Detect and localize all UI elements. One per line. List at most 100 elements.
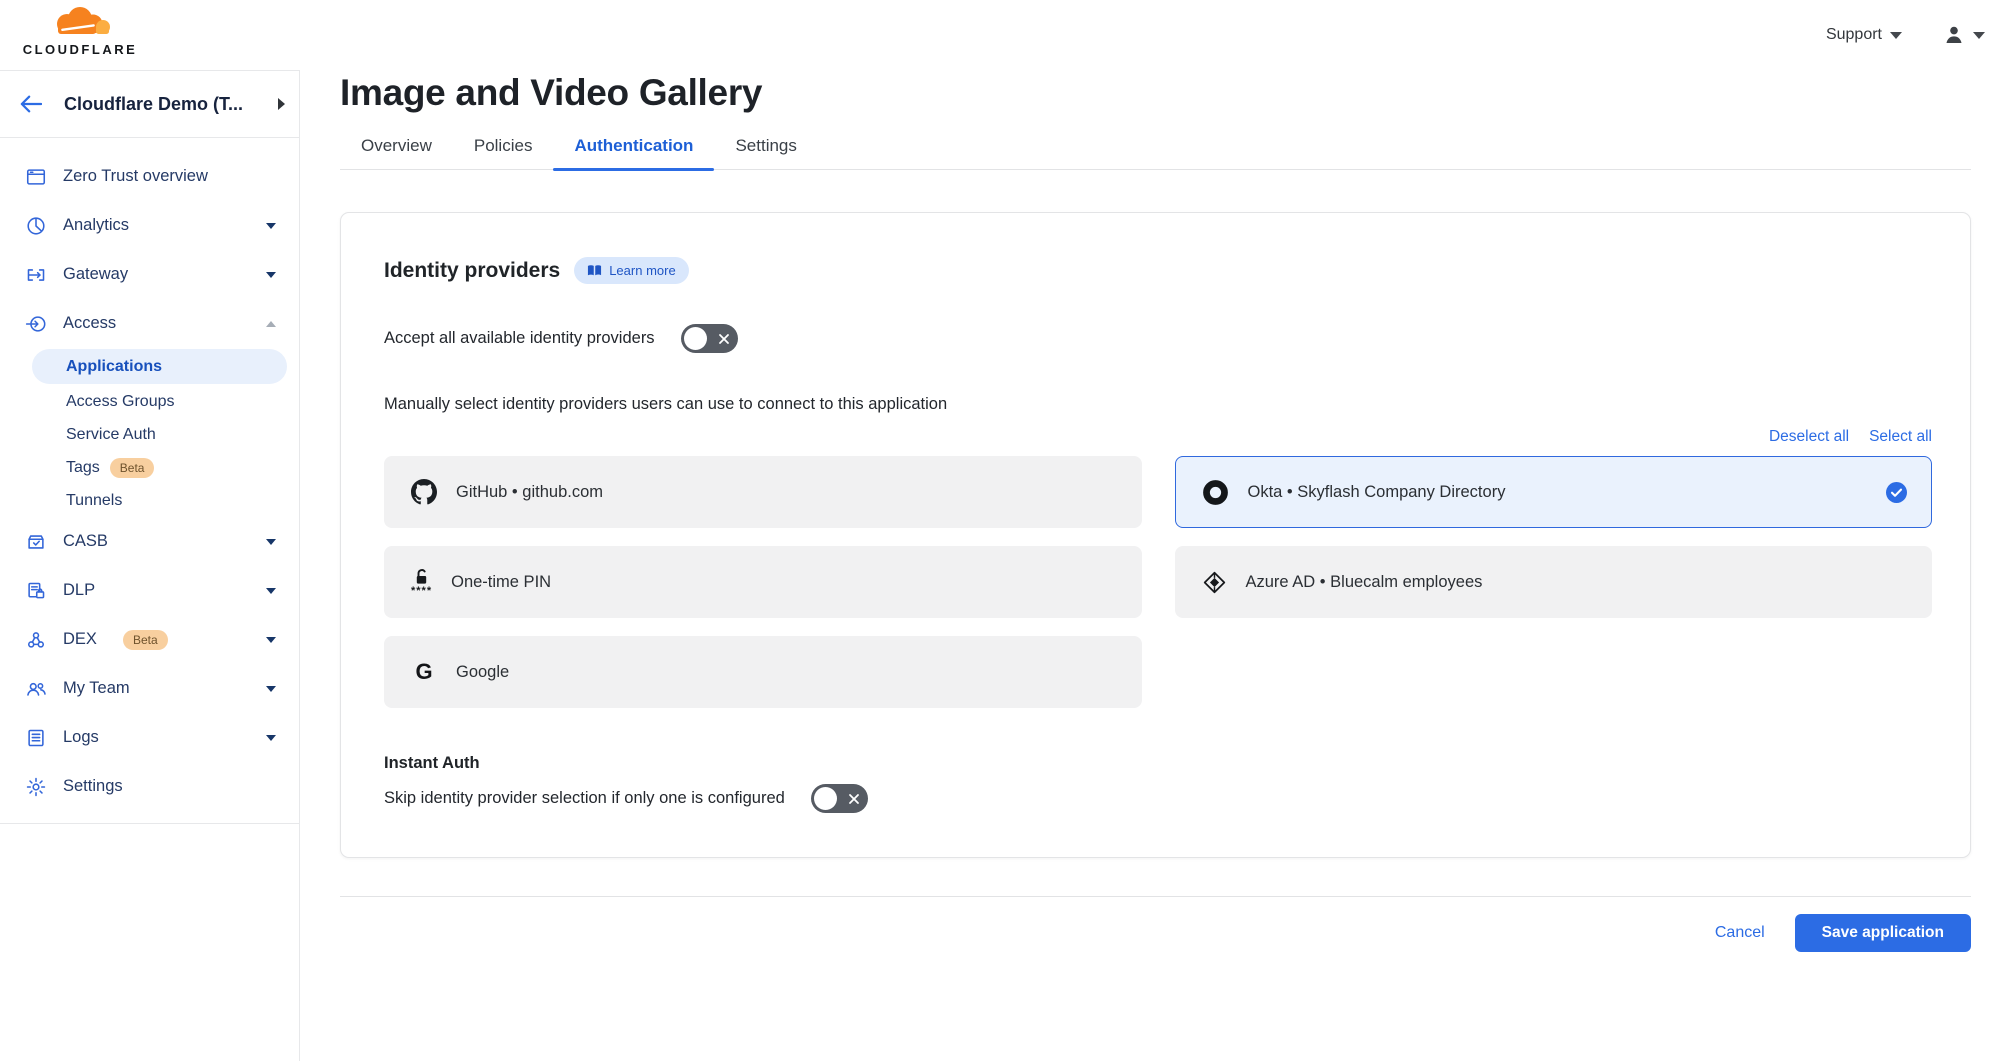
- cancel-button[interactable]: Cancel: [1715, 924, 1765, 942]
- provider-label: Okta • Skyflash Company Directory: [1248, 483, 1506, 502]
- skip-selection-label: Skip identity provider selection if only…: [384, 789, 785, 808]
- learn-more-badge[interactable]: Learn more: [574, 257, 688, 284]
- user-icon: [1942, 23, 1966, 47]
- footer-divider: [340, 896, 1971, 897]
- sidebar-item-analytics[interactable]: Analytics: [0, 201, 299, 250]
- chevron-right-icon[interactable]: [278, 98, 285, 110]
- chevron-down-icon[interactable]: [266, 686, 276, 692]
- team-icon: [25, 678, 47, 700]
- learn-more-label: Learn more: [609, 263, 675, 278]
- sidebar-item-service-auth[interactable]: Service Auth: [0, 418, 299, 451]
- toggle-knob: [814, 787, 837, 810]
- analytics-icon: [25, 215, 47, 237]
- sidebar-item-my-team[interactable]: My Team: [0, 664, 299, 713]
- github-icon: [411, 479, 437, 505]
- sidebar-item-settings[interactable]: Settings: [0, 762, 299, 811]
- provider-tile-one-time-pin[interactable]: **** One-time PIN: [384, 546, 1142, 618]
- support-menu[interactable]: Support: [1826, 26, 1902, 44]
- account-menu[interactable]: [1942, 23, 1985, 47]
- chevron-down-icon[interactable]: [266, 588, 276, 594]
- team-name: Cloudflare Demo (T...: [64, 94, 278, 115]
- sidebar-item-tags[interactable]: Tags Beta: [0, 451, 299, 484]
- chevron-down-icon[interactable]: [266, 223, 276, 229]
- pin-mask: ****: [411, 586, 432, 596]
- sidebar-item-access-groups[interactable]: Access Groups: [0, 385, 299, 418]
- chevron-down-icon: [1890, 32, 1902, 39]
- chevron-up-icon[interactable]: [266, 321, 276, 327]
- sidebar-item-label: Access Groups: [66, 393, 174, 411]
- chevron-down-icon[interactable]: [266, 735, 276, 741]
- provider-label: Google: [456, 663, 509, 682]
- access-icon: [25, 313, 47, 335]
- sidebar-item-dlp[interactable]: DLP: [0, 566, 299, 615]
- sidebar-item-access[interactable]: Access: [0, 299, 299, 348]
- sidebar-item-label: Tunnels: [66, 492, 122, 510]
- sidebar-item-tunnels[interactable]: Tunnels: [0, 484, 299, 517]
- casb-icon: [25, 531, 47, 553]
- support-label: Support: [1826, 26, 1882, 44]
- access-subnav: Applications Access Groups Service Auth …: [0, 349, 299, 517]
- toggle-x-icon: [848, 793, 860, 805]
- overview-icon: [25, 166, 47, 188]
- beta-badge: Beta: [110, 458, 155, 478]
- cloudflare-logo: CLOUDFLARE: [14, 6, 146, 57]
- sidebar-item-zero-trust-overview[interactable]: Zero Trust overview: [0, 152, 299, 201]
- google-icon: G: [411, 659, 437, 685]
- provider-label: GitHub • github.com: [456, 483, 603, 502]
- sidebar-item-casb[interactable]: CASB: [0, 517, 299, 566]
- gateway-icon: [25, 264, 47, 286]
- sidebar-item-label: Logs: [63, 728, 99, 747]
- sidebar-item-label: Tags: [66, 459, 100, 477]
- check-circle-icon: [1886, 482, 1907, 503]
- provider-tile-google[interactable]: G Google: [384, 636, 1142, 708]
- select-all-link[interactable]: Select all: [1869, 428, 1932, 446]
- tab-bar: Overview Policies Authentication Setting…: [340, 136, 1971, 170]
- okta-icon: [1202, 479, 1229, 506]
- sidebar-item-label: Access: [63, 314, 116, 333]
- chevron-down-icon: [1973, 32, 1985, 39]
- accept-all-toggle[interactable]: [681, 324, 738, 353]
- footer-actions: Cancel Save application: [340, 914, 1971, 972]
- sidebar-divider: [0, 823, 299, 824]
- page-title: Image and Video Gallery: [340, 72, 1971, 114]
- save-application-button[interactable]: Save application: [1795, 914, 1971, 952]
- logs-icon: [25, 727, 47, 749]
- identity-providers-card: Identity providers Learn more Accept all…: [340, 212, 1971, 858]
- tab-overview[interactable]: Overview: [340, 136, 453, 169]
- sidebar-item-label: My Team: [63, 679, 130, 698]
- sidebar-item-label: Gateway: [63, 265, 128, 284]
- chevron-down-icon[interactable]: [266, 637, 276, 643]
- provider-label: One-time PIN: [451, 573, 551, 592]
- provider-grid: GitHub • github.com Okta • Skyflash Comp…: [384, 456, 1932, 708]
- sidebar-item-dex[interactable]: DEX Beta: [0, 615, 299, 664]
- toggle-x-icon: [718, 333, 730, 345]
- chevron-down-icon[interactable]: [266, 272, 276, 278]
- sidebar-item-label: DEX: [63, 630, 97, 649]
- topbar: CLOUDFLARE Support: [0, 0, 1999, 70]
- team-switcher[interactable]: Cloudflare Demo (T...: [0, 71, 299, 138]
- dlp-icon: [25, 580, 47, 602]
- instant-auth-toggle[interactable]: [811, 784, 868, 813]
- tab-authentication[interactable]: Authentication: [553, 136, 714, 169]
- chevron-down-icon[interactable]: [266, 539, 276, 545]
- sidebar-item-logs[interactable]: Logs: [0, 713, 299, 762]
- provider-label: Azure AD • Bluecalm employees: [1246, 573, 1483, 592]
- back-arrow-icon[interactable]: [20, 95, 42, 113]
- sidebar-item-label: Analytics: [63, 216, 129, 235]
- gear-icon: [25, 776, 47, 798]
- sidebar-item-label: Zero Trust overview: [63, 167, 208, 186]
- provider-tile-okta[interactable]: Okta • Skyflash Company Directory: [1175, 456, 1933, 528]
- provider-tile-github[interactable]: GitHub • github.com: [384, 456, 1142, 528]
- beta-badge: Beta: [123, 630, 168, 650]
- sidebar-item-applications[interactable]: Applications: [32, 349, 287, 384]
- azure-ad-icon: [1202, 570, 1227, 595]
- tab-settings[interactable]: Settings: [714, 136, 817, 169]
- main-content: ← Back to Applications Image and Video G…: [300, 0, 1999, 972]
- card-title: Identity providers: [384, 259, 560, 283]
- tab-policies[interactable]: Policies: [453, 136, 554, 169]
- sidebar-item-gateway[interactable]: Gateway: [0, 250, 299, 299]
- cloudflare-cloud-icon: [47, 6, 113, 36]
- cloudflare-wordmark: CLOUDFLARE: [14, 42, 146, 57]
- deselect-all-link[interactable]: Deselect all: [1769, 428, 1849, 446]
- provider-tile-azure-ad[interactable]: Azure AD • Bluecalm employees: [1175, 546, 1933, 618]
